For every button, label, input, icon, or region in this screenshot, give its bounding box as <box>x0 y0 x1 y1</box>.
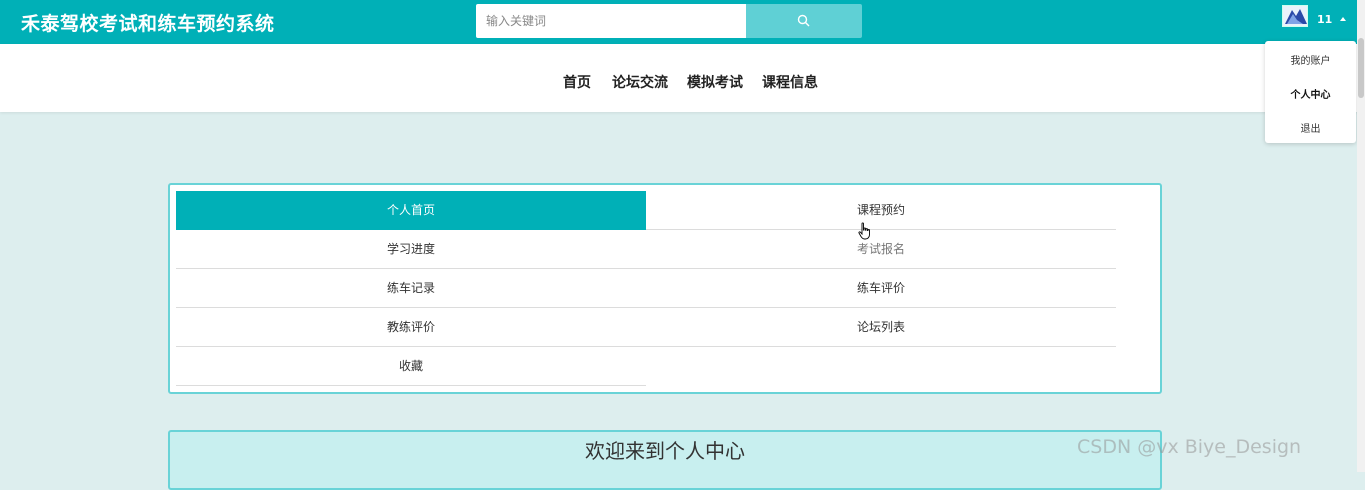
menu-item-my-account[interactable]: 我的账户 <box>1265 52 1356 67</box>
watermark-text: CSDN @vx Biye_Design <box>1077 436 1302 458</box>
search-button[interactable] <box>746 4 862 38</box>
main-nav: 首页 论坛交流 模拟考试 课程信息 <box>0 44 1365 112</box>
nav-item-mock-exam[interactable]: 模拟考试 <box>687 72 743 92</box>
welcome-title: 欢迎来到个人中心 <box>585 439 745 463</box>
tile-practice-reviews[interactable]: 练车评价 <box>646 269 1116 308</box>
tile-course-booking[interactable]: 课程预约 <box>646 191 1116 230</box>
hand-pointer-icon <box>858 222 870 240</box>
user-dropdown-menu: 我的账户 个人中心 退出 <box>1265 41 1356 143</box>
username-label[interactable]: 11 <box>1317 13 1332 26</box>
tile-personal-home[interactable]: 个人首页 <box>176 191 646 230</box>
tile-exam-registration[interactable]: 考试报名 <box>646 230 1116 269</box>
search-input[interactable] <box>476 4 746 38</box>
avatar[interactable] <box>1282 5 1308 27</box>
caret-up-icon[interactable] <box>1340 17 1346 21</box>
tile-coach-reviews[interactable]: 教练评价 <box>176 308 646 347</box>
tile-favorites[interactable]: 收藏 <box>176 347 646 386</box>
site-title: 禾泰驾校考试和练车预约系统 <box>21 13 275 35</box>
tile-study-progress[interactable]: 学习进度 <box>176 230 646 269</box>
menu-item-personal-center[interactable]: 个人中心 <box>1265 86 1356 101</box>
menu-item-logout[interactable]: 退出 <box>1265 120 1356 135</box>
tile-practice-records[interactable]: 练车记录 <box>176 269 646 308</box>
top-header-bar: 禾泰驾校考试和练车预约系统 11 <box>0 0 1365 44</box>
nav-item-forum[interactable]: 论坛交流 <box>612 72 668 92</box>
tile-forum-list[interactable]: 论坛列表 <box>646 308 1116 347</box>
welcome-card: 欢迎来到个人中心 <box>168 430 1162 490</box>
personal-center-menu-card: 个人首页 课程预约 学习进度 考试报名 练车记录 练车评价 教练评价 论坛列表 … <box>168 183 1162 394</box>
nav-item-course-info[interactable]: 课程信息 <box>762 72 818 92</box>
nav-item-home[interactable]: 首页 <box>563 72 591 92</box>
search-icon <box>797 14 810 27</box>
scrollbar-thumb[interactable] <box>1358 38 1364 98</box>
